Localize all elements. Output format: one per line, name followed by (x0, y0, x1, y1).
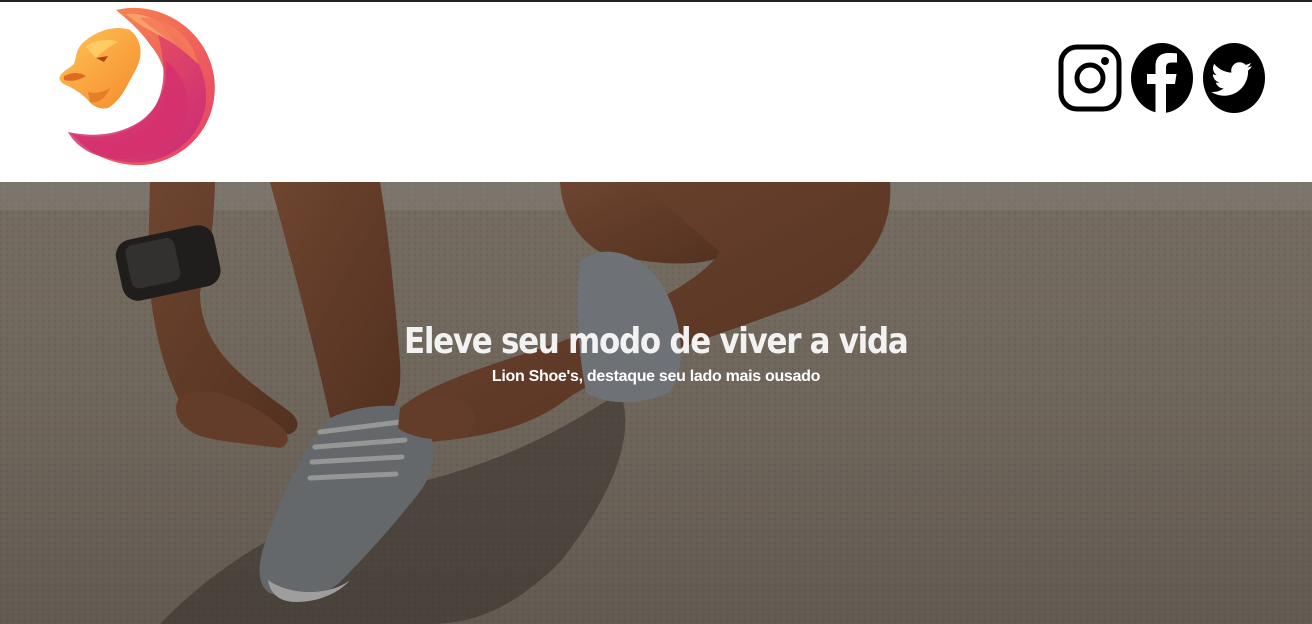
site-header (0, 2, 1312, 182)
hero-title: Eleve seu modo de viver a vida (404, 321, 909, 362)
hero-text: Eleve seu modo de viver a vida Lion Shoe… (0, 318, 1312, 386)
twitter-icon (1203, 43, 1265, 113)
twitter-link[interactable] (1202, 42, 1266, 114)
hero-overlay (0, 182, 1312, 624)
social-links (1058, 42, 1266, 114)
lion-head-logo-icon[interactable] (56, 6, 218, 168)
instagram-link[interactable] (1058, 42, 1122, 114)
page: Eleve seu modo de viver a vida Lion Shoe… (0, 0, 1312, 624)
instagram-icon (1058, 44, 1122, 112)
hero-banner: Eleve seu modo de viver a vida Lion Shoe… (0, 182, 1312, 624)
hero-subtitle: Lion Shoe's, destaque seu lado mais ousa… (491, 368, 821, 385)
facebook-icon (1131, 43, 1193, 113)
facebook-link[interactable] (1130, 42, 1194, 114)
